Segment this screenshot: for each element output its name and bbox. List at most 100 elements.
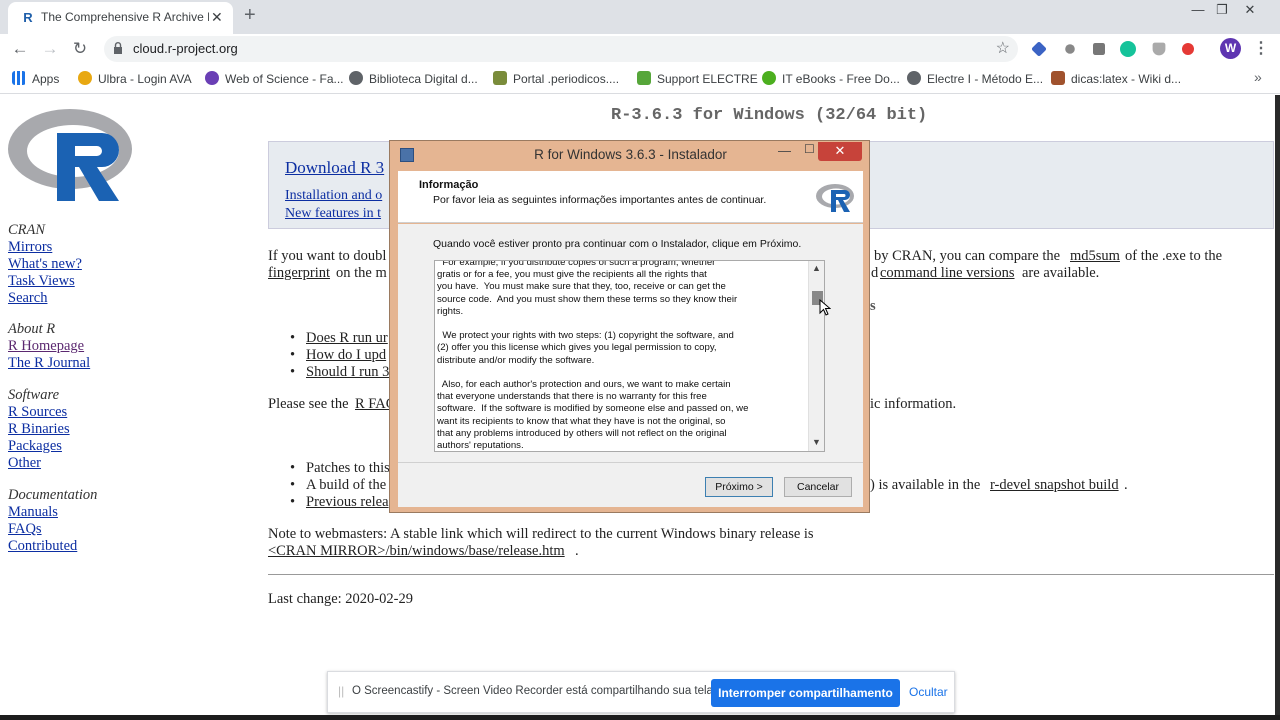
md5sum-link[interactable]: md5sum [1070,248,1120,265]
forward-icon[interactable]: → [39,38,61,60]
bookmark-item[interactable]: dicas:latex - Wiki d... [1051,71,1181,87]
screen-share-bar: || O Screencastify - Screen Video Record… [327,671,955,713]
webmaster-note: Note to webmasters: A stable link which … [268,526,814,542]
bookmark-label: dicas:latex - Wiki d... [1071,72,1182,86]
extension-icon[interactable] [1065,44,1075,54]
sidebar-link-task-views[interactable]: Task Views [8,273,75,289]
last-change: Last change: 2020-02-29 [268,591,413,607]
paragraph-text: If you want to doubl [268,248,387,264]
tab-close-icon[interactable]: ✕ [211,9,223,26]
sidebar-link-r-homepage[interactable]: R Homepage [8,338,84,354]
command-line-versions-link[interactable]: command line versions [880,265,1015,282]
address-bar[interactable]: cloud.r-project.org ☆ [104,36,1018,62]
sidebar-link-faqs[interactable]: FAQs [8,521,42,537]
bookmark-star-icon[interactable]: ☆ [996,38,1010,58]
download-link[interactable]: Download R 3 [285,158,384,178]
drag-handle-icon[interactable]: || [338,684,344,698]
web-of-science-icon [205,71,219,85]
shield-extension-icon[interactable] [1152,42,1166,56]
installation-link[interactable]: Installation and o [285,188,382,204]
dialog-close-icon[interactable]: ✕ [818,142,862,161]
sidebar-link-mirrors[interactable]: Mirrors [8,239,52,255]
dialog-body: Quando você estiver pronto pra continuar… [398,224,863,507]
hide-link[interactable]: Ocultar [909,685,948,699]
browser-tab[interactable]: R The Comprehensive R Archive Net ✕ [8,2,233,34]
it-ebooks-icon [762,71,776,85]
bookmark-label: Electre I - Método E... [927,72,1044,86]
bookmark-item[interactable]: Portal .periodicos.... [493,71,619,87]
dialog-subheading: Por favor leia as seguintes informações … [433,194,767,206]
sidebar-documentation: Documentation Manuals FAQs Contributed [8,487,97,555]
paragraph-text: ic information. [870,396,957,412]
restore-window-icon[interactable]: ❐ [1208,0,1236,22]
profile-avatar[interactable]: W [1220,38,1241,59]
page-title: R-3.6.3 for Windows (32/64 bit) [611,106,928,125]
new-features-link[interactable]: New features in t [285,206,381,222]
stop-sharing-button[interactable]: Interromper compartilhamento [711,679,900,707]
cancel-button[interactable]: Cancelar [784,477,852,497]
fingerprint-link[interactable]: fingerprint [268,265,330,282]
paragraph-text: . [1124,477,1128,493]
faq-item-link[interactable]: How do I upd [290,347,386,364]
bookmark-item[interactable]: Web of Science - Fa... [205,71,344,87]
license-scrollbar[interactable]: ▲ ▼ [808,261,824,451]
paragraph-text: Please see the [268,396,349,412]
bookmark-item[interactable]: Ulbra - Login AVA [78,71,192,87]
more-bookmarks-icon[interactable]: » [1254,69,1262,85]
sidebar-about: About R R Homepage The R Journal [8,321,90,372]
dialog-title: R for Windows 3.6.3 - Instalador [534,147,727,162]
bookmark-item[interactable]: Biblioteca Digital d... [349,71,478,87]
grammarly-icon[interactable] [1120,41,1136,57]
sidebar-link-contributed[interactable]: Contributed [8,538,77,554]
bookmark-item[interactable]: IT eBooks - Free Do... [762,71,900,87]
extension-icon[interactable] [1093,43,1105,55]
license-textbox[interactable]: For example, if you distribute copies of… [434,260,825,452]
browser-menu-icon[interactable]: ⋮ [1253,38,1269,58]
r-project-logo[interactable] [7,105,133,205]
tab-title: The Comprehensive R Archive Net [41,10,209,24]
ulbra-icon [78,71,92,85]
paragraph-text: d [871,265,879,281]
scroll-down-icon[interactable]: ▼ [812,437,821,447]
back-icon[interactable]: ← [9,38,31,60]
paragraph-text: of the .exe to the [1125,248,1223,264]
reload-icon[interactable]: ↻ [69,38,91,60]
dialog-maximize-icon[interactable]: ☐ [804,142,815,156]
dialog-minimize-icon[interactable]: — [778,143,791,158]
close-window-icon[interactable]: ✕ [1236,0,1264,22]
section-heading-fragment: s [870,298,876,314]
snapshot-build-link[interactable]: r-devel snapshot build [990,477,1119,494]
sidebar-link-r-sources[interactable]: R Sources [8,404,67,420]
bookmark-label: Ulbra - Login AVA [98,72,192,86]
previous-releases-link[interactable]: Previous relea [290,494,388,511]
sidebar-link-other[interactable]: Other [8,455,41,471]
taskbar-edge [0,715,1280,720]
license-text: For example, if you distribute copies of… [437,260,749,452]
sidebar-heading: Documentation [8,487,98,503]
new-tab-icon[interactable]: + [244,4,256,27]
faq-item-link[interactable]: Should I run 3 [290,364,389,381]
release-link[interactable]: <CRAN MIRROR>/bin/windows/base/release.h… [268,543,565,560]
faq-item-link[interactable]: Does R run ur [290,330,388,347]
globe-icon [349,71,363,85]
sidebar-link-whats-new[interactable]: What's new? [8,256,82,272]
scroll-up-icon[interactable]: ▲ [812,263,821,273]
bookmark-item[interactable]: Electre I - Método E... [907,71,1043,87]
sidebar-link-r-binaries[interactable]: R Binaries [8,421,70,437]
dialog-instructions: Quando você estiver pronto pra continuar… [433,238,802,250]
next-button[interactable]: Próximo > [705,477,773,497]
screencastify-icon[interactable] [1182,43,1194,55]
paragraph-text: by CRAN, you can compare the [874,248,1061,264]
sidebar-link-search[interactable]: Search [8,290,47,306]
extension-icon[interactable] [1031,41,1047,57]
sidebar-link-r-journal[interactable]: The R Journal [8,355,90,371]
dialog-heading: Informação [419,179,479,191]
r-logo-icon [816,184,854,212]
bookmark-item[interactable]: Support ELECTRE [637,71,758,87]
sidebar-link-manuals[interactable]: Manuals [8,504,58,520]
sidebar-link-packages[interactable]: Packages [8,438,62,454]
bookmark-label: Portal .periodicos.... [513,72,620,86]
dialog-separator [398,462,863,463]
bookmark-apps[interactable]: Apps [12,71,59,87]
bookmark-label: Biblioteca Digital d... [369,72,478,86]
